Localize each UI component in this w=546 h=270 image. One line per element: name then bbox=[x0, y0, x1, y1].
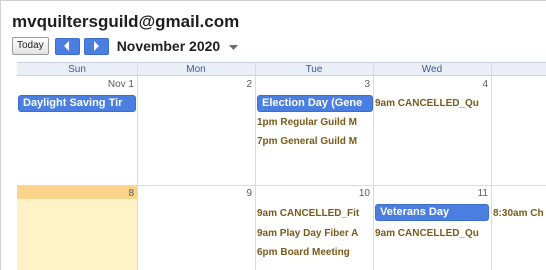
event-title: Play Day Fiber A bbox=[279, 228, 359, 239]
event-time: 7pm bbox=[257, 136, 278, 147]
event-time: 9am bbox=[375, 98, 396, 109]
calendar-title: mvquiltersguild@gmail.com bbox=[12, 12, 240, 31]
event-time: 8:30am bbox=[493, 208, 528, 219]
event-title: CANCELLED_Qu bbox=[397, 98, 479, 109]
day-number[interactable]: Nov 1 bbox=[74, 79, 134, 90]
month-grid: Sun Mon Tue Wed T Nov 1 2 3 4 Daylight S… bbox=[17, 62, 546, 270]
event-time: 6pm bbox=[257, 247, 278, 258]
column-divider bbox=[255, 62, 256, 270]
day-number[interactable]: 10 bbox=[310, 188, 370, 199]
window-border-left bbox=[0, 0, 1, 270]
timed-event[interactable]: 8:30am Ch bbox=[493, 208, 546, 220]
event-title: General Guild M bbox=[280, 136, 358, 147]
month-label: November 2020 bbox=[116, 38, 221, 54]
event-time: 9am bbox=[375, 228, 396, 239]
column-divider bbox=[491, 62, 492, 270]
event-time: 1pm bbox=[257, 117, 278, 128]
day-number[interactable]: 3 bbox=[310, 79, 370, 90]
day-number[interactable]: 4 bbox=[428, 79, 488, 90]
event-title: Ch bbox=[530, 208, 544, 219]
allday-event[interactable]: Veterans Day bbox=[375, 204, 489, 221]
event-time: 9am bbox=[257, 208, 278, 219]
timed-event[interactable]: 9am CANCELLED_Qu bbox=[375, 98, 491, 110]
weekday-tue: Tue bbox=[305, 64, 323, 75]
chevron-left-icon bbox=[64, 41, 70, 51]
event-title: Board Meeting bbox=[280, 247, 350, 258]
window-border-top bbox=[0, 0, 546, 1]
event-title: Regular Guild M bbox=[280, 117, 358, 128]
timed-event[interactable]: 1pm Regular Guild M bbox=[257, 117, 373, 129]
calendar-window: mvquiltersguild@gmail.com Today November… bbox=[0, 0, 546, 270]
timed-event[interactable]: 9am CANCELLED_Fit bbox=[257, 208, 373, 220]
weekday-header-row: Sun Mon Tue Wed T bbox=[17, 62, 546, 76]
allday-event[interactable]: Election Day (Gene bbox=[257, 95, 373, 112]
event-time: 9am bbox=[257, 228, 278, 239]
today-button[interactable]: Today bbox=[12, 37, 49, 55]
next-button[interactable] bbox=[83, 37, 109, 55]
allday-event[interactable]: Daylight Saving Tir bbox=[18, 95, 136, 112]
timed-event[interactable]: 6pm Board Meeting bbox=[257, 247, 373, 259]
chevron-right-icon bbox=[94, 41, 100, 51]
day-number[interactable]: 2 bbox=[192, 79, 252, 90]
weekday-wed: Wed bbox=[421, 64, 443, 75]
day-number-today[interactable]: 8 bbox=[74, 188, 134, 199]
day-number[interactable]: 9 bbox=[192, 188, 252, 199]
week-divider bbox=[17, 185, 546, 186]
calendar-toolbar: Today November 2020 bbox=[12, 37, 239, 55]
event-title: CANCELLED_Fit bbox=[279, 208, 360, 219]
weekday-mon: Mon bbox=[186, 64, 206, 75]
timed-event[interactable]: 9am CANCELLED_Qu bbox=[375, 228, 491, 240]
caret-down-icon[interactable] bbox=[229, 44, 239, 51]
event-title: CANCELLED_Qu bbox=[397, 228, 479, 239]
column-divider bbox=[137, 62, 138, 270]
column-divider bbox=[373, 62, 374, 270]
timed-event[interactable]: 7pm General Guild M bbox=[257, 136, 373, 148]
prev-button[interactable] bbox=[54, 37, 80, 55]
weekday-thu: T bbox=[491, 63, 546, 76]
weekday-sun: Sun bbox=[68, 64, 86, 75]
timed-event[interactable]: 9am Play Day Fiber A bbox=[257, 228, 373, 240]
day-number[interactable]: 11 bbox=[428, 188, 488, 199]
